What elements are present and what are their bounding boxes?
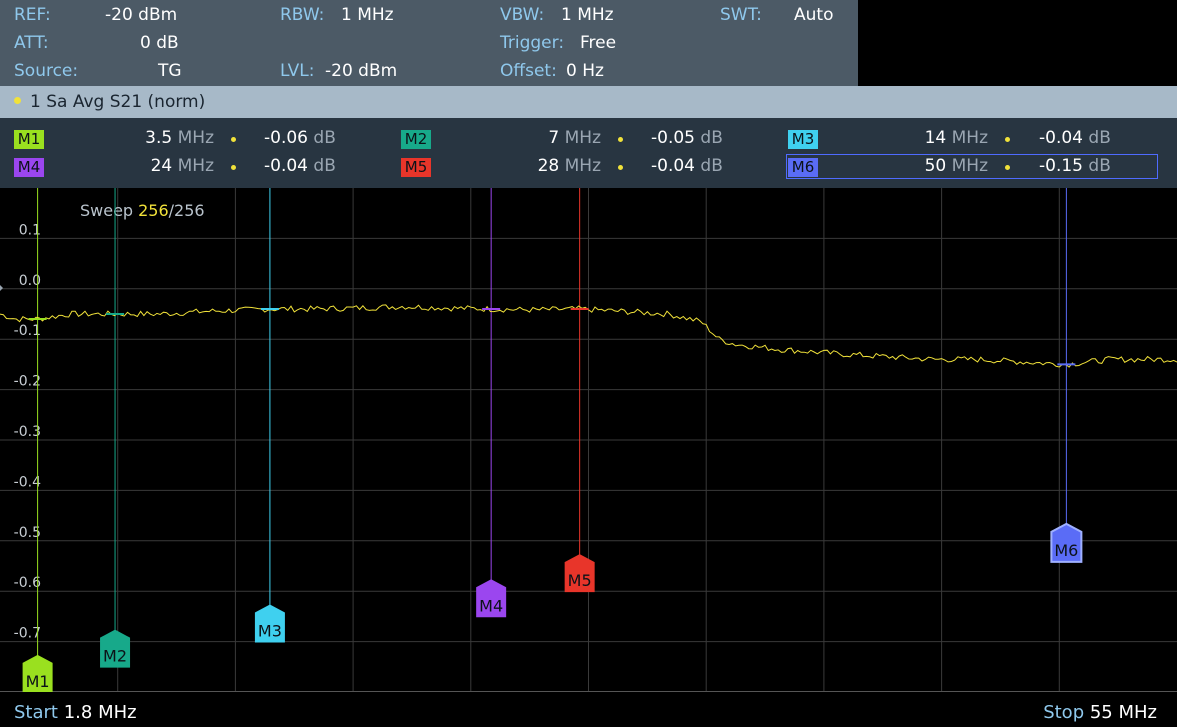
marker-badge-m6[interactable]: M6 [788, 158, 818, 177]
vbw-value[interactable]: 1 MHz [561, 5, 614, 25]
marker-marks [28, 307, 1076, 366]
marker-freq-m2: 7 MHz [548, 128, 601, 148]
rbw-label: RBW: [280, 5, 325, 25]
swt-value[interactable]: Auto [794, 5, 833, 25]
marker-badge-label-m2: M2 [103, 647, 127, 666]
settings-panel: REF: -20 dBm ATT: 0 dB Source: TG RBW: 1… [0, 0, 858, 86]
offset-label: Offset: [500, 61, 557, 81]
marker-badges: M1 M2 M3 M4 M5 M6 [22, 522, 1083, 692]
marker-value-m4: -0.04 dB [264, 156, 336, 176]
y-tick-labels: 0.10.0-0.1-0.2-0.3-0.4-0.5-0.6-0.7 [14, 222, 41, 641]
ref-value[interactable]: -20 dBm [105, 5, 177, 25]
marker-badge-m5[interactable]: M5 [401, 158, 431, 177]
att-value[interactable]: 0 dB [140, 33, 179, 53]
marker-dot-m2 [618, 137, 623, 142]
y-tick-label: -0.7 [14, 626, 41, 642]
marker-freq-m5: 28 MHz [537, 156, 601, 176]
marker-freq-m6: 50 MHz [924, 156, 988, 176]
marker-freq-m4: 24 MHz [150, 156, 214, 176]
trace-bar[interactable]: 1 Sa Avg S21 (norm) [0, 86, 1177, 118]
settings-blank-area [858, 0, 1177, 86]
marker-badge-m3[interactable]: M3 [788, 130, 818, 149]
marker-badge-label-m5: M5 [568, 571, 592, 590]
y-tick-label: -0.5 [14, 525, 41, 541]
marker-value-m6: -0.15 dB [1039, 156, 1111, 176]
y-tick-label: -0.1 [14, 323, 41, 339]
footer: Start 1.8 MHz Stop 55 MHz [0, 698, 1177, 727]
offset-value[interactable]: 0 Hz [566, 61, 604, 81]
y-tick-label: -0.3 [14, 424, 41, 440]
marker-dot-m4 [231, 165, 236, 170]
marker-badge-label-m1: M1 [26, 672, 50, 691]
marker-badge-label-m6: M6 [1054, 541, 1078, 560]
y-tick-label: -0.2 [14, 374, 41, 390]
marker-badge-m1[interactable]: M1 [14, 130, 44, 149]
trigger-value[interactable]: Free [580, 33, 616, 53]
trace-color-dot [14, 97, 21, 104]
lvl-value[interactable]: -20 dBm [325, 61, 397, 81]
trace-plot[interactable]: 0.10.0-0.1-0.2-0.3-0.4-0.5-0.6-0.7 Sweep… [0, 188, 1177, 692]
vbw-label: VBW: [500, 5, 545, 25]
ref-level-arrow [0, 285, 3, 291]
plot-grid [0, 188, 1177, 692]
start-frequency[interactable]: Start 1.8 MHz [14, 702, 137, 723]
source-label: Source: [14, 61, 79, 81]
rbw-value[interactable]: 1 MHz [341, 5, 394, 25]
marker-value-m5: -0.04 dB [651, 156, 723, 176]
ref-label: REF: [14, 5, 51, 25]
marker-dot-m6 [1005, 165, 1010, 170]
marker-badge-label-m3: M3 [258, 621, 282, 640]
marker-badge-m4[interactable]: M4 [14, 158, 44, 177]
marker-value-m2: -0.05 dB [651, 128, 723, 148]
marker-dot-m5 [618, 165, 623, 170]
marker-dot-m3 [1005, 137, 1010, 142]
att-label: ATT: [14, 33, 49, 53]
y-tick-label: -0.4 [14, 474, 41, 490]
marker-freq-m3: 14 MHz [924, 128, 988, 148]
trigger-label: Trigger: [500, 33, 565, 53]
sweep-counter: Sweep 256/256 [80, 201, 205, 220]
marker-table: M1 3.5 MHz -0.06 dB M2 7 MHz -0.05 dB M3… [0, 118, 1177, 188]
stop-frequency[interactable]: Stop 55 MHz [1043, 702, 1157, 723]
lvl-label: LVL: [280, 61, 315, 81]
swt-label: SWT: [720, 5, 762, 25]
marker-freq-m1: 3.5 MHz [145, 128, 214, 148]
source-value[interactable]: TG [158, 61, 182, 81]
marker-badge-label-m4: M4 [479, 596, 503, 615]
trace-label: 1 Sa Avg S21 (norm) [30, 92, 206, 112]
marker-dot-m1 [231, 137, 236, 142]
y-tick-label: -0.6 [14, 575, 41, 591]
marker-badge-m2[interactable]: M2 [401, 130, 431, 149]
marker-value-m3: -0.04 dB [1039, 128, 1111, 148]
marker-value-m1: -0.06 dB [264, 128, 336, 148]
